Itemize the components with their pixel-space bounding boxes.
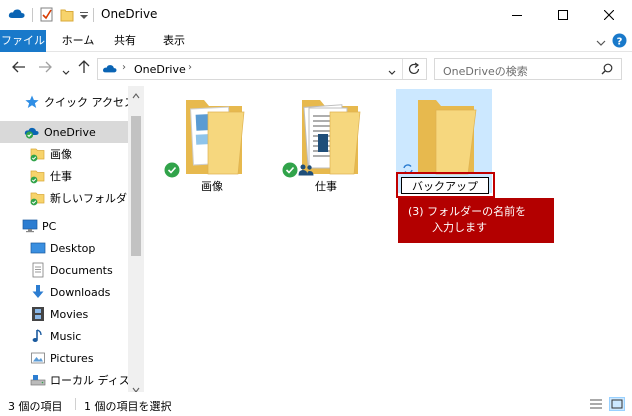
folder-label[interactable]: 画像 (164, 178, 260, 194)
selected-count: 1 個の項目を選択 (84, 400, 172, 413)
breadcrumb-chevron-icon[interactable]: › (188, 62, 192, 73)
address-bar[interactable]: › OneDrive › (97, 58, 427, 80)
tab-home[interactable]: ホーム (56, 30, 100, 52)
folder-work[interactable]: 仕事 (278, 86, 374, 196)
sidebar-item-documents[interactable]: Documents (0, 259, 128, 281)
sidebar-item-pc[interactable]: PC (0, 215, 128, 237)
sidebar-item-pictures[interactable]: Pictures (0, 347, 128, 369)
folder-images[interactable]: 画像 (164, 86, 260, 196)
search-icon[interactable] (601, 63, 613, 78)
maximize-button[interactable] (540, 0, 586, 30)
address-toolbar: › OneDrive › OneDriveの検索 (0, 52, 632, 86)
new-folder-icon[interactable] (60, 7, 74, 26)
sidebar-item-desktop[interactable]: Desktop (0, 237, 128, 259)
hard-drive-icon (30, 372, 46, 388)
folder-rename-input[interactable] (401, 177, 489, 194)
forward-arrow-icon[interactable] (38, 60, 52, 78)
tab-file[interactable]: ファイル (0, 30, 46, 52)
folder-label[interactable]: 仕事 (278, 178, 374, 194)
properties-icon[interactable] (40, 7, 54, 26)
tab-share[interactable]: 共有 (108, 30, 142, 52)
file-list: 画像 仕事 (144, 86, 632, 392)
film-icon (30, 306, 46, 322)
download-arrow-icon (30, 284, 46, 300)
search-input[interactable]: OneDriveの検索 (443, 63, 528, 79)
sidebar-item-new-folder[interactable]: 新しいフォルダー (0, 187, 128, 209)
help-icon[interactable]: ? (612, 33, 627, 51)
search-box[interactable]: OneDriveの検索 (434, 58, 622, 80)
ribbon-tabs: ファイル ホーム 共有 表示 ? (0, 30, 632, 52)
instruction-callout: (3) フォルダーの名前を 入力します (398, 198, 554, 243)
sidebar-item-quick-access[interactable]: クイック アクセス (0, 91, 128, 113)
callout-line-1: (3) フォルダーの名前を (408, 205, 527, 218)
sidebar-item-local-disk[interactable]: ローカル ディスク (C (0, 369, 128, 391)
sidebar-scrollbar[interactable] (128, 86, 144, 393)
music-note-icon (30, 328, 46, 344)
computer-icon (22, 218, 38, 234)
folder-synced-icon (30, 168, 46, 184)
documents-icon (30, 262, 46, 278)
callout-line-2: 入力します (432, 221, 487, 234)
title-bar: OneDrive (0, 0, 632, 30)
sidebar-item-movies[interactable]: Movies (0, 303, 128, 325)
expand-ribbon-icon[interactable] (596, 37, 606, 50)
sidebar-item-images[interactable]: 画像 (0, 143, 128, 165)
refresh-icon[interactable] (407, 62, 421, 79)
up-arrow-icon[interactable] (77, 60, 91, 78)
folder-synced-icon (30, 146, 46, 162)
navigation-pane: クイック アクセス OneDrive 画像 仕事 新しいフォルダー PC (0, 86, 144, 393)
sidebar-item-work[interactable]: 仕事 (0, 165, 128, 187)
shared-people-icon (298, 164, 314, 179)
status-bar: 3 個の項目 1 個の項目を選択 (0, 392, 632, 416)
large-icons-view-icon[interactable] (609, 397, 625, 411)
folder-with-pictures-icon (186, 100, 245, 175)
item-count: 3 個の項目 (8, 400, 63, 413)
close-button[interactable] (586, 0, 632, 30)
sidebar-item-onedrive[interactable]: OneDrive (0, 121, 128, 143)
recent-locations-icon[interactable] (62, 64, 70, 80)
details-view-icon[interactable] (588, 397, 604, 411)
picture-icon (30, 350, 46, 366)
minimize-button[interactable] (494, 0, 540, 30)
onedrive-cloud-icon (8, 7, 26, 24)
tab-view[interactable]: 表示 (152, 30, 196, 52)
desktop-icon (30, 240, 46, 256)
address-dropdown-icon[interactable] (388, 66, 396, 79)
onedrive-sync-icon (24, 124, 40, 140)
breadcrumb-onedrive[interactable]: OneDrive (134, 63, 186, 76)
empty-folder-icon (418, 100, 477, 175)
sidebar-item-music[interactable]: Music (0, 325, 128, 347)
sidebar-item-downloads[interactable]: Downloads (0, 281, 128, 303)
window-title: OneDrive (101, 7, 158, 21)
svg-text:?: ? (617, 37, 623, 48)
folder-synced-icon (30, 190, 46, 206)
customize-quick-access-icon[interactable] (80, 10, 88, 23)
scroll-up-arrow-icon[interactable] (132, 89, 140, 102)
onedrive-location-icon (102, 63, 118, 78)
back-arrow-icon[interactable] (12, 60, 26, 78)
sidebar-scroll-thumb[interactable] (131, 116, 141, 256)
breadcrumb-separator-icon[interactable]: › (122, 62, 126, 73)
star-icon (24, 94, 40, 110)
